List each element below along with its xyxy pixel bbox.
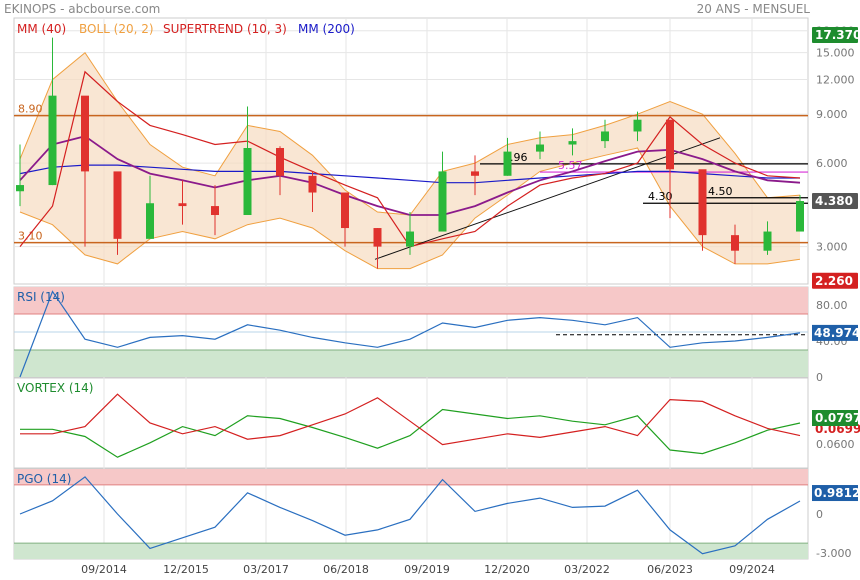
- candle-body: [406, 231, 414, 247]
- candle-body: [666, 119, 674, 170]
- x-tick-label: 03/2017: [243, 563, 289, 576]
- price-badge-label: 4.380: [815, 194, 853, 208]
- rsi-title: RSI (14): [17, 290, 65, 304]
- candle-body: [211, 206, 219, 216]
- legend-boll: BOLL (20, 2): [79, 22, 154, 36]
- y-tick-label: 15.000: [816, 47, 855, 60]
- legend-mm40: MM (40): [17, 22, 66, 36]
- candle-body: [471, 171, 479, 176]
- legend-supertrend: SUPERTREND (10, 3): [163, 22, 287, 36]
- candle-body: [146, 203, 154, 239]
- rsi-oversold-zone: [14, 350, 808, 377]
- vortex-title: VORTEX (14): [17, 381, 94, 395]
- x-tick-label: 09/2019: [404, 563, 450, 576]
- y-tick-label: 6.000: [816, 157, 848, 170]
- pgo-badge-label: 0.9812: [814, 486, 860, 500]
- candle-body: [633, 119, 642, 132]
- chart-source-title: EKINOPS - abcbourse.com: [4, 2, 160, 16]
- level-label: 8.90: [18, 103, 43, 116]
- price-badge-label: 2.260: [815, 274, 853, 288]
- pgo-y-tick: -3.000: [816, 547, 851, 560]
- level-label: 4.50: [708, 185, 733, 198]
- candle-body: [796, 201, 804, 232]
- x-tick-label: 09/2024: [729, 563, 775, 576]
- candle-body: [536, 144, 544, 152]
- candle-body: [698, 169, 707, 236]
- y-tick-label: 12.000: [816, 74, 855, 87]
- level-label: 4.30: [648, 190, 673, 203]
- y-tick-label: 3.000: [816, 241, 848, 254]
- pgo-oversold-zone: [14, 543, 808, 559]
- candle-body: [178, 203, 187, 207]
- pgo-y-tick: 0: [816, 508, 823, 521]
- x-tick-label: 03/2022: [564, 563, 610, 576]
- rsi-overbought-zone: [14, 287, 808, 314]
- candle-body: [113, 171, 122, 239]
- y-tick-label: 9.000: [816, 108, 848, 121]
- x-tick-label: 12/2015: [163, 563, 209, 576]
- level-label: 3.10: [18, 230, 43, 243]
- panel-frame-vortex: [13, 377, 809, 469]
- candle-body: [341, 192, 349, 229]
- pgo-title: PGO (14): [17, 472, 71, 486]
- candle-body: [568, 141, 577, 145]
- stock-chart: 09/2014 12/2015 03/2017 06/2018 09/2019 12/20…: [4, 2, 860, 576]
- x-tick-label: 06/2023: [647, 563, 693, 576]
- vortex-y-tick: 0.0600: [816, 438, 855, 451]
- candle-body: [16, 185, 24, 192]
- candle-body: [601, 131, 609, 142]
- chart-period-label: 20 ANS - MENSUEL: [697, 2, 811, 16]
- x-tick-label: 06/2018: [323, 563, 369, 576]
- candle-body: [763, 231, 772, 251]
- candle-body: [243, 148, 252, 216]
- pgo-overbought-zone: [14, 469, 808, 485]
- candle-body: [48, 95, 57, 186]
- candle-body: [731, 235, 739, 251]
- candle-body: [308, 175, 317, 193]
- candle-body: [81, 95, 89, 172]
- legend-mm200: MM (200): [298, 22, 355, 36]
- vortex-badge-plus-label: 0.0797: [815, 411, 860, 425]
- rsi-y-tick: 80.00: [816, 299, 848, 312]
- candle-body: [438, 171, 447, 232]
- candle-body: [503, 151, 512, 176]
- candle-body: [276, 148, 284, 176]
- rsi-badge-label: 48.974: [814, 326, 860, 340]
- candle-body: [373, 228, 382, 247]
- price-badge-label: 17.370: [815, 28, 860, 42]
- rsi-y-tick: 0: [816, 371, 823, 384]
- x-tick-label: 09/2014: [81, 563, 127, 576]
- x-tick-label: 12/2020: [484, 563, 530, 576]
